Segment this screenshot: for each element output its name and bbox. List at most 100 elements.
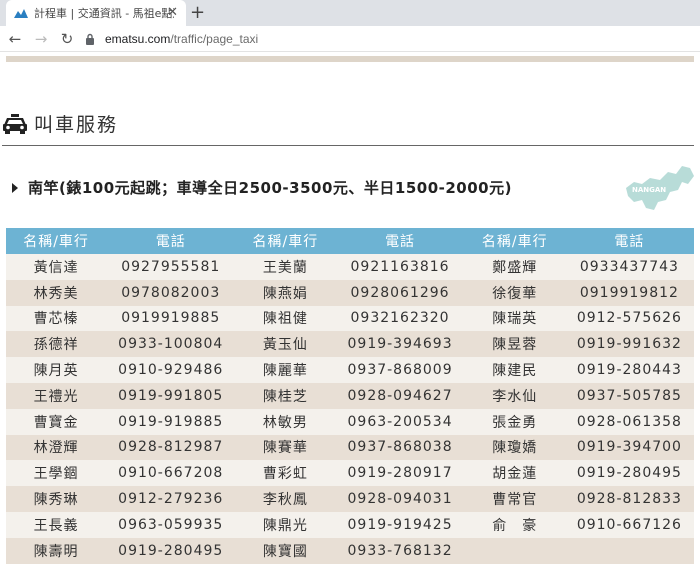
column-header-phone: 電話 xyxy=(106,228,236,254)
table-row: 曹芯榛 0919919885 陳祖健 0932162320 陳瑞英 0912-575626 xyxy=(6,305,694,332)
table-row: 王學錮 0910-667208 曹彩虹 0919-280917 胡金蓮 0919-2804… xyxy=(6,460,694,487)
column-header-name: 名稱/車行 xyxy=(464,228,565,254)
back-arrow-icon[interactable]: ← xyxy=(5,29,25,49)
triangle-bullet-icon xyxy=(12,182,18,193)
column-header-name: 名稱/車行 xyxy=(235,228,336,254)
heading-divider xyxy=(2,145,694,146)
phone-cell: 0933437743 xyxy=(564,254,694,280)
driver-name-cell: 陳鼎光 xyxy=(235,511,336,538)
phone-cell: 0919-919885 xyxy=(106,408,236,435)
phone-cell: 0932162320 xyxy=(335,305,465,332)
taxi-icon xyxy=(3,113,27,134)
browser-tab[interactable]: 計程車 | 交通資訊 - 馬祖e點通 ✕ xyxy=(6,0,186,26)
table-row: 孫德祥 0933-100804 黃玉仙 0919-394693 陳昱蓉 0919-9916… xyxy=(6,331,694,358)
phone-cell: 0978082003 xyxy=(106,279,236,306)
phone-cell: 0919-280495 xyxy=(106,537,236,564)
phone-cell: 0937-868009 xyxy=(335,357,465,383)
driver-name-cell: 陳燕娟 xyxy=(235,279,336,306)
table-row: 陳月英 0910-929486 陳麗華 0937-868009 陳建民 0919-2804… xyxy=(6,357,694,383)
driver-name-cell: 陳賽華 xyxy=(235,434,336,461)
driver-name-cell: 林敏男 xyxy=(235,408,336,435)
address-bar[interactable]: ematsu.com/traffic/page_taxi xyxy=(85,29,258,49)
driver-name-cell: 曹芯榛 xyxy=(6,305,107,332)
close-tab-icon[interactable]: ✕ xyxy=(167,5,178,21)
phone-cell: 0963-059935 xyxy=(106,511,236,538)
driver-name-cell: 鄭盛輝 xyxy=(464,254,565,280)
phone-cell: 0928-812987 xyxy=(106,434,236,461)
driver-name-cell: 王學錮 xyxy=(6,460,107,487)
area-subheading: 南竿(錶100元起跳；車導全日2500-3500元、半日1500-2000元) xyxy=(12,177,512,198)
page-top-bar xyxy=(6,56,694,62)
table-header-row: 名稱/車行 電話 名稱/車行 電話 名稱/車行 電話 xyxy=(6,228,694,254)
browser-tab-bar: 計程車 | 交通資訊 - 馬祖e點通 ✕ + xyxy=(0,0,700,26)
phone-cell: 0919919812 xyxy=(564,279,694,306)
driver-name-cell: 陳麗華 xyxy=(235,357,336,383)
table-body: 黃信達 0927955581 王美蘭 0921163816 鄭盛輝 0933437743 林… xyxy=(6,254,694,564)
phone-cell: 0910-667126 xyxy=(564,511,694,538)
phone-cell: 0921163816 xyxy=(335,254,465,280)
phone-cell xyxy=(564,537,694,564)
phone-cell: 0910-667208 xyxy=(106,460,236,487)
driver-name-cell: 陳桂芝 xyxy=(235,382,336,409)
phone-cell: 0928061296 xyxy=(335,279,465,306)
driver-name-cell: 陳昱蓉 xyxy=(464,331,565,358)
driver-name-cell: 胡金蓮 xyxy=(464,460,565,487)
driver-name-cell: 陳祖健 xyxy=(235,305,336,332)
driver-name-cell: 俞 豪 xyxy=(464,511,565,538)
map-label: NANGAN xyxy=(632,186,666,194)
browser-toolbar: ← → ↻ ematsu.com/traffic/page_taxi xyxy=(0,26,700,52)
phone-cell: 0910-929486 xyxy=(106,357,236,383)
phone-cell: 0937-505785 xyxy=(564,382,694,409)
url-host: ematsu.com xyxy=(105,31,171,46)
driver-name-cell: 王長義 xyxy=(6,511,107,538)
tab-title: 計程車 | 交通資訊 - 馬祖e點通 xyxy=(34,7,174,20)
lock-icon xyxy=(86,33,94,45)
table-row: 王禮光 0919-991805 陳桂芝 0928-094627 李水仙 0937-5057… xyxy=(6,382,694,409)
phone-cell: 0919919885 xyxy=(106,305,236,332)
reload-icon[interactable]: ↻ xyxy=(57,29,77,49)
taxi-table: 名稱/車行 電話 名稱/車行 電話 名稱/車行 電話 黃信達 0927955581… xyxy=(6,228,694,564)
phone-cell: 0919-280495 xyxy=(564,460,694,487)
table-row: 黃信達 0927955581 王美蘭 0921163816 鄭盛輝 0933437743 xyxy=(6,254,694,280)
driver-name-cell: 陳月英 xyxy=(6,357,107,383)
phone-cell: 0933-768132 xyxy=(335,537,465,564)
url-path: /traffic/page_taxi xyxy=(170,31,259,46)
driver-name-cell xyxy=(464,537,565,564)
phone-cell: 0928-094627 xyxy=(335,382,465,409)
section-heading: 叫車服務 xyxy=(2,110,118,137)
subheading-text: 南竿(錶100元起跳；車導全日2500-3500元、半日1500-2000元) xyxy=(28,179,512,197)
driver-name-cell: 黃信達 xyxy=(6,254,107,280)
phone-cell: 0928-812833 xyxy=(564,486,694,512)
table-row: 陳壽明 0919-280495 陳寶國 0933-768132 xyxy=(6,537,694,564)
driver-name-cell: 王美蘭 xyxy=(235,254,336,280)
phone-cell: 0912-279236 xyxy=(106,486,236,512)
driver-name-cell: 曹寶金 xyxy=(6,408,107,435)
driver-name-cell: 徐復華 xyxy=(464,279,565,306)
phone-cell: 0919-919425 xyxy=(335,511,465,538)
new-tab-button[interactable]: + xyxy=(190,2,205,24)
column-header-name: 名稱/車行 xyxy=(6,228,107,254)
driver-name-cell: 張金勇 xyxy=(464,408,565,435)
phone-cell: 0933-100804 xyxy=(106,331,236,358)
phone-cell: 0919-280443 xyxy=(564,357,694,383)
driver-name-cell: 李秋鳳 xyxy=(235,486,336,512)
phone-cell: 0912-575626 xyxy=(564,305,694,332)
driver-name-cell: 陳瑞英 xyxy=(464,305,565,332)
column-header-phone: 電話 xyxy=(335,228,465,254)
forward-arrow-icon[interactable]: → xyxy=(31,29,51,49)
driver-name-cell: 陳建民 xyxy=(464,357,565,383)
driver-name-cell: 林澄輝 xyxy=(6,434,107,461)
phone-cell: 0919-394700 xyxy=(564,434,694,461)
driver-name-cell: 李水仙 xyxy=(464,382,565,409)
table-row: 陳秀琳 0912-279236 李秋鳳 0928-094031 曹常官 0928-8128… xyxy=(6,486,694,512)
driver-name-cell: 林秀美 xyxy=(6,279,107,306)
driver-name-cell: 陳壽明 xyxy=(6,537,107,564)
driver-name-cell: 陳瓊嬌 xyxy=(464,434,565,461)
table-row: 王長義 0963-059935 陳鼎光 0919-919425 俞 豪 0910-6671… xyxy=(6,511,694,538)
table-row: 曹寶金 0919-919885 林敏男 0963-200534 張金勇 0928-0613… xyxy=(6,408,694,435)
driver-name-cell: 曹常官 xyxy=(464,486,565,512)
phone-cell: 0919-991632 xyxy=(564,331,694,358)
site-favicon-icon xyxy=(14,9,28,18)
table-row: 林秀美 0978082003 陳燕娟 0928061296 徐復華 0919919812 xyxy=(6,279,694,306)
driver-name-cell: 孫德祥 xyxy=(6,331,107,358)
